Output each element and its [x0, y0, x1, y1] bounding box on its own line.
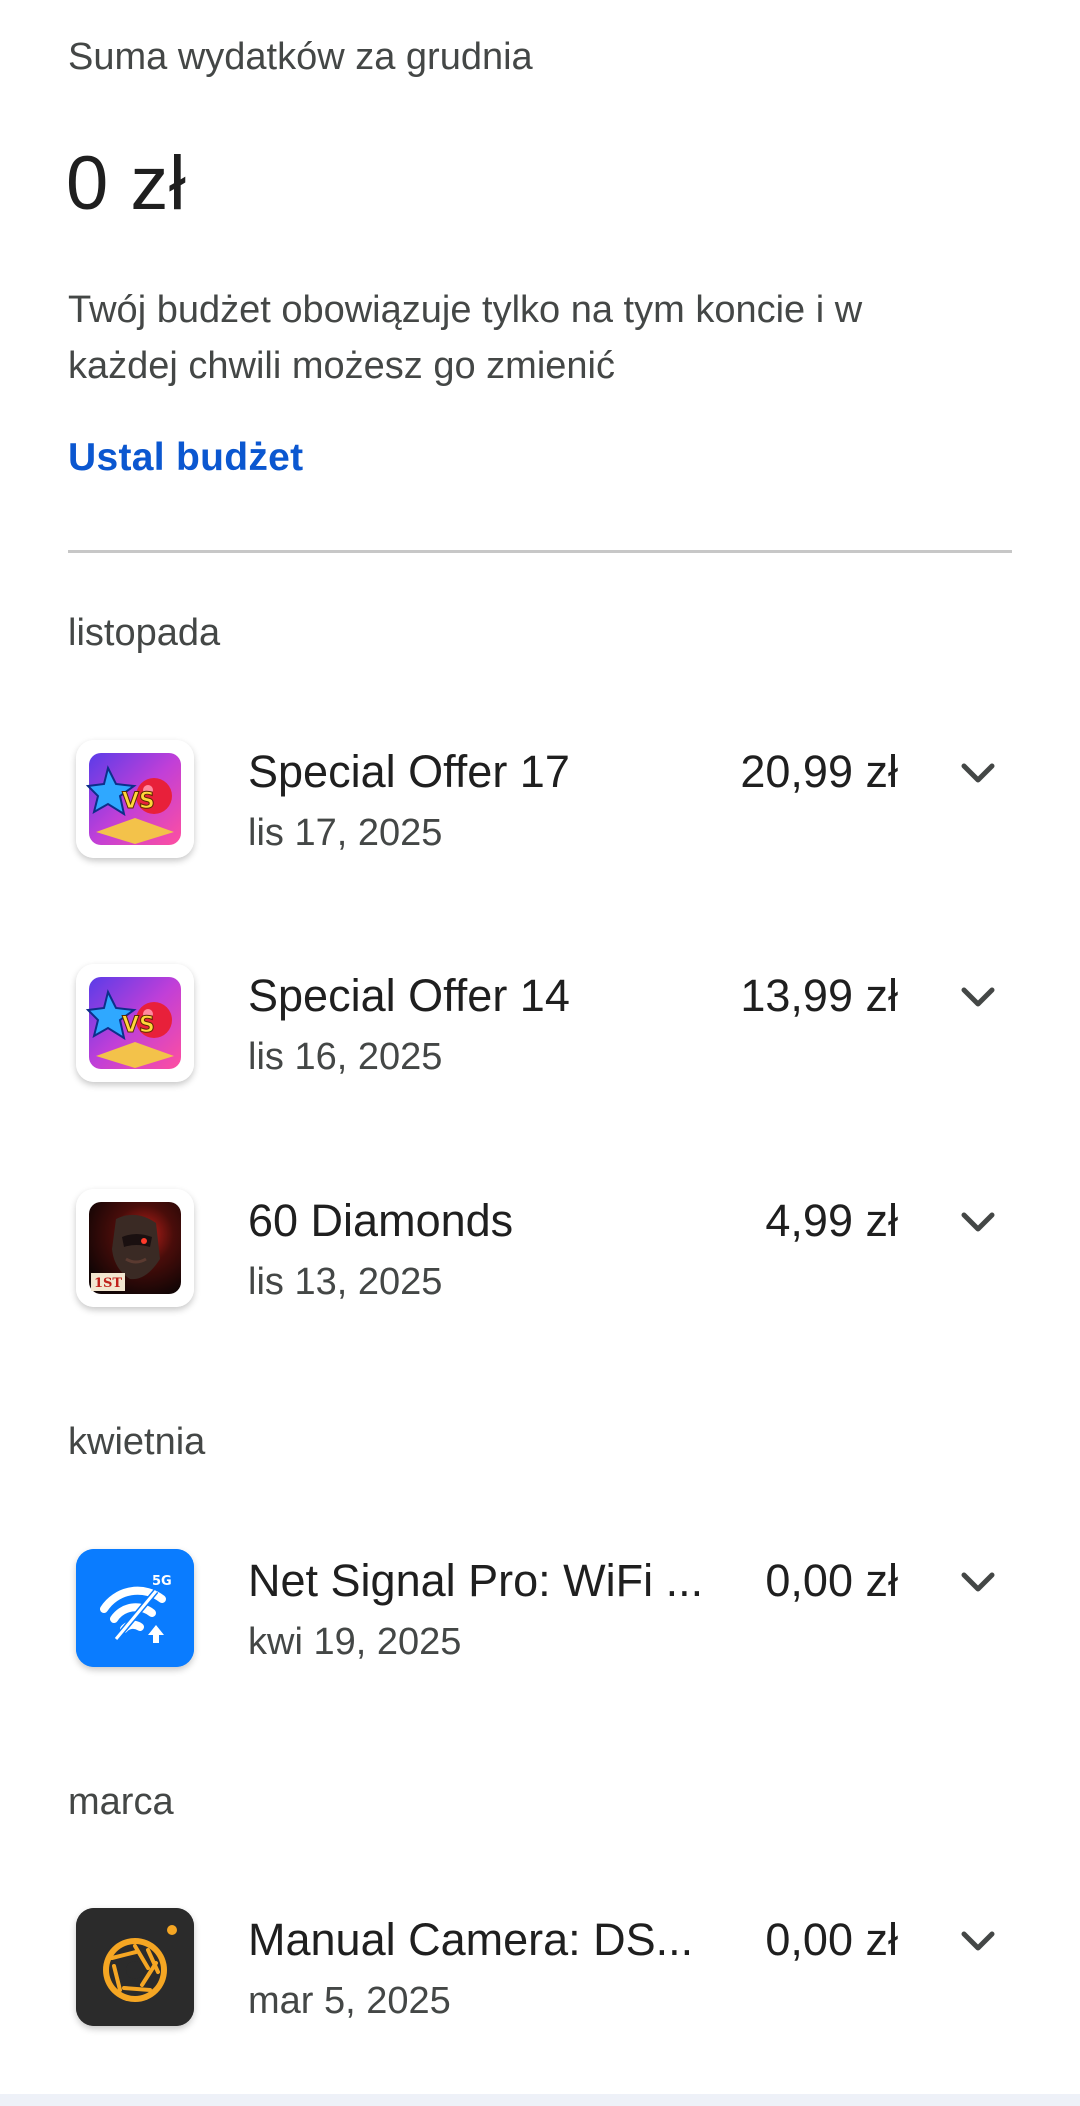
total-spending-amount: 0 zł	[66, 141, 187, 226]
game-vs-icon: VS	[76, 740, 194, 858]
item-title: Special Offer 14	[248, 970, 570, 1021]
purchase-row[interactable]: Manual Camera: DS... mar 5, 2025 0,00 zł	[0, 1890, 1080, 2060]
item-date: lis 13, 2025	[248, 1261, 443, 1303]
chevron-down-icon[interactable]	[948, 1193, 1008, 1253]
item-price: 13,99 zł	[740, 970, 898, 1021]
svg-text:VS: VS	[122, 1013, 155, 1038]
item-title: Net Signal Pro: WiFi ...	[248, 1555, 704, 1606]
item-price: 0,00 zł	[765, 1914, 898, 1965]
chevron-down-icon[interactable]	[948, 1553, 1008, 1613]
section-divider	[68, 550, 1012, 553]
item-title: Manual Camera: DS...	[248, 1914, 694, 1965]
month-header-kwietnia: kwietnia	[68, 1421, 206, 1463]
warrior-game-icon: 1ST	[76, 1189, 194, 1307]
month-header-listopada: listopada	[68, 612, 221, 654]
item-date: kwi 19, 2025	[248, 1621, 462, 1663]
purchase-row[interactable]: 5G Net Signal Pro: WiFi ... kwi 19, 2025…	[0, 1531, 1080, 1701]
game-vs-icon: VS	[76, 964, 194, 1082]
item-date: lis 17, 2025	[248, 812, 443, 854]
item-price: 4,99 zł	[765, 1195, 898, 1246]
item-price: 20,99 zł	[740, 746, 898, 797]
purchase-row[interactable]: 1ST 60 Diamonds lis 13, 2025 4,99 zł	[0, 1171, 1080, 1341]
purchase-row[interactable]: VS Special Offer 14 lis 16, 2025 13,99 z…	[0, 946, 1080, 1116]
chevron-down-icon[interactable]	[948, 968, 1008, 1028]
purchase-row[interactable]: VS Special Offer 17 lis 17, 2025 20,99 z…	[0, 722, 1080, 892]
spending-summary-label: Suma wydatków za grudnia	[68, 36, 533, 78]
item-date: mar 5, 2025	[248, 1980, 451, 2022]
chevron-down-icon[interactable]	[948, 744, 1008, 804]
item-title: 60 Diamonds	[248, 1195, 514, 1246]
item-date: lis 16, 2025	[248, 1036, 443, 1078]
item-title: Special Offer 17	[248, 746, 570, 797]
camera-aperture-icon	[76, 1908, 194, 2026]
purchase-history-screen: Suma wydatków za grudnia 0 zł Twój budże…	[0, 0, 1080, 2106]
chevron-down-icon[interactable]	[948, 1912, 1008, 1972]
svg-text:VS: VS	[122, 789, 155, 814]
budget-description: Twój budżet obowiązuje tylko na tym konc…	[68, 289, 863, 387]
bottom-navigation-edge	[0, 2094, 1080, 2106]
wifi-5g-icon: 5G	[76, 1549, 194, 1667]
svg-text:5G: 5G	[152, 1574, 172, 1589]
item-price: 0,00 zł	[765, 1555, 898, 1606]
set-budget-link[interactable]: Ustal budżet	[68, 436, 303, 480]
svg-text:1ST: 1ST	[94, 1276, 122, 1291]
month-header-marca: marca	[68, 1781, 174, 1823]
